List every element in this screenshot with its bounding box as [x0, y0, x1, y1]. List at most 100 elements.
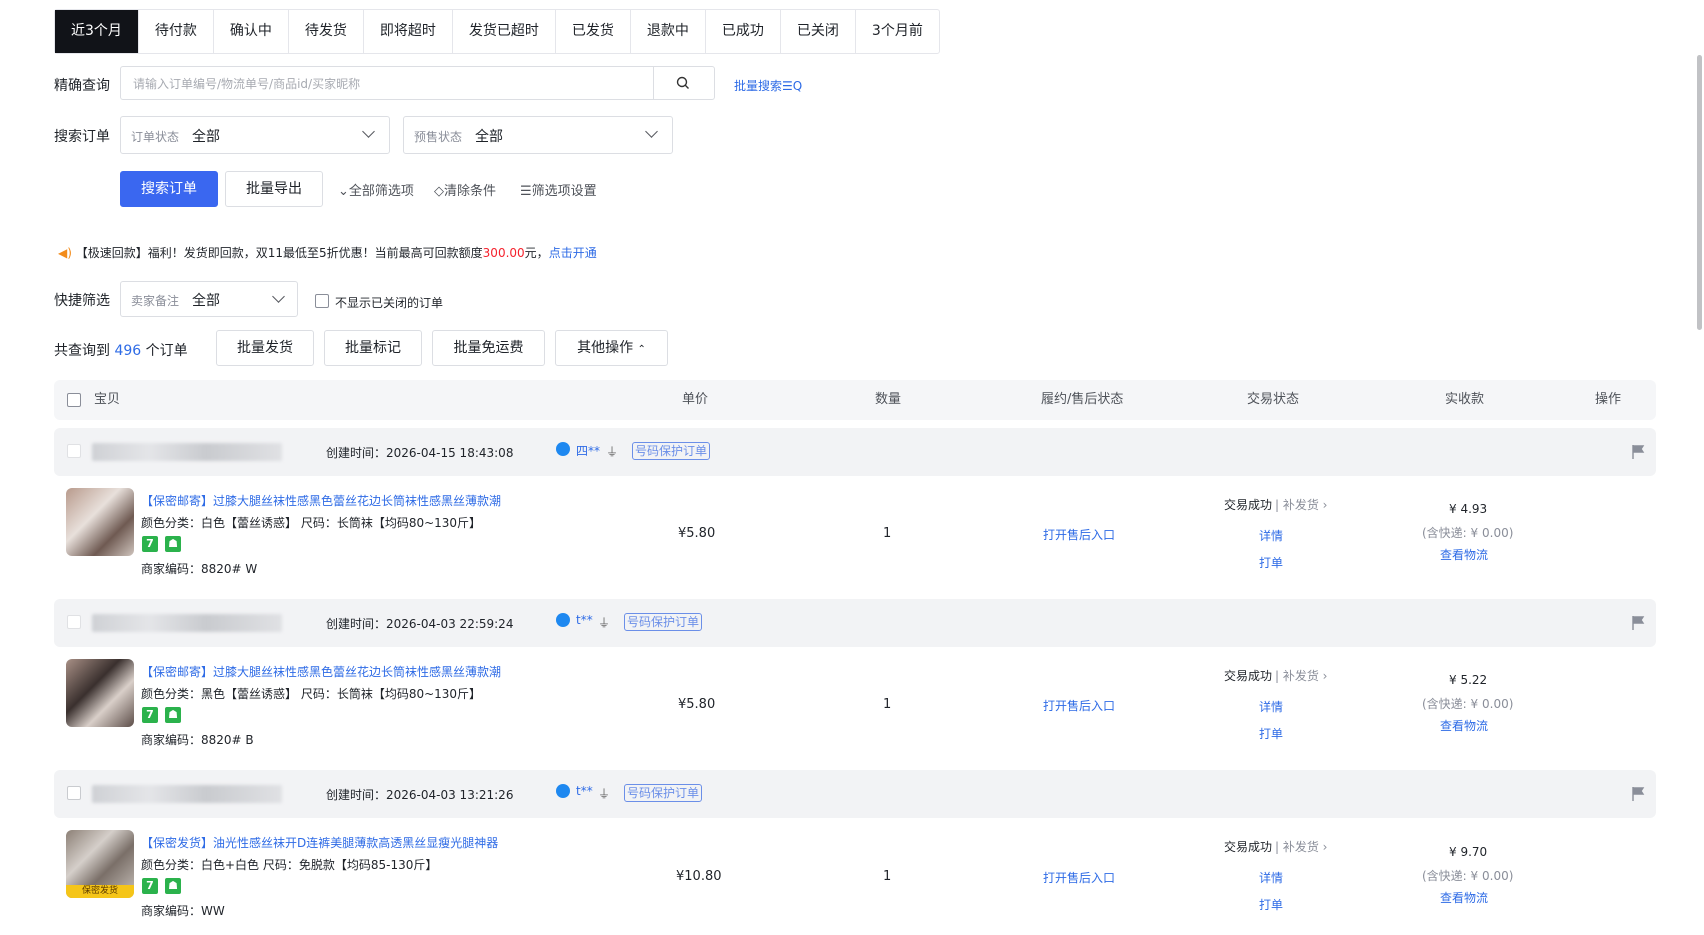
header-price: 单价	[682, 392, 709, 407]
summary-suffix: 个订单	[145, 343, 188, 359]
tab-older-than-3-months[interactable]: 3个月前	[856, 10, 939, 53]
order-detail-link[interactable]: 详情	[1259, 527, 1283, 544]
tab-shipped[interactable]: 已发货	[556, 10, 631, 53]
flag-icon[interactable]	[1631, 615, 1645, 631]
buyer-nick[interactable]: t**	[576, 784, 593, 798]
seller-note-select[interactable]: 卖家备注 全部	[120, 281, 298, 317]
tab-pending-payment[interactable]: 待付款	[139, 10, 214, 53]
print-order-link[interactable]: 打单	[1259, 554, 1283, 571]
filter-icon[interactable]: ⏚	[598, 614, 610, 631]
flag-icon[interactable]	[1631, 786, 1645, 802]
buyer-nick[interactable]: 四**	[576, 442, 600, 459]
print-order-link[interactable]: 打单	[1259, 725, 1283, 742]
order-checkbox[interactable]	[67, 615, 81, 629]
other-actions-button[interactable]: 其他操作 ⌃	[555, 330, 668, 366]
result-summary: 共查询到 496 个订单	[54, 340, 188, 360]
supplement-shipment-link[interactable]: | 补发货 ›	[1275, 667, 1327, 684]
batch-search-link[interactable]: 批量搜索☰Q	[734, 77, 802, 94]
all-filters-toggle[interactable]: ⌄全部筛选项	[338, 180, 414, 199]
order-created-time: 创建时间：2026-04-15 18:43:08	[326, 446, 514, 460]
filter-settings-button[interactable]: ☰筛选项设置	[520, 180, 597, 199]
tab-ship-overdue[interactable]: 发货已超时	[453, 10, 556, 53]
batch-mark-button[interactable]: 批量标记	[324, 330, 422, 366]
product-thumbnail[interactable]: 保密发货	[66, 830, 134, 898]
select-all-checkbox[interactable]	[67, 393, 81, 407]
order-status-select[interactable]: 订单状态 全部	[120, 116, 390, 154]
order-detail-link[interactable]: 详情	[1259, 698, 1283, 715]
all-filters-label: 全部筛选项	[348, 184, 414, 199]
tab-to-ship[interactable]: 待发货	[289, 10, 364, 53]
view-logistics-link[interactable]: 查看物流	[1440, 546, 1488, 563]
seller-note-value: 全部	[192, 293, 220, 309]
view-logistics-link[interactable]: 查看物流	[1440, 889, 1488, 906]
presale-status-select[interactable]: 预售状态 全部	[403, 116, 673, 154]
after-sale-entry-link[interactable]: 打开售后入口	[1043, 869, 1115, 886]
wangwang-chat-icon[interactable]	[556, 784, 570, 798]
search-orders-button[interactable]: 搜索订单	[120, 171, 218, 207]
header-ops: 操作	[1595, 392, 1622, 407]
view-logistics-link[interactable]: 查看物流	[1440, 717, 1488, 734]
quantity: 1	[883, 526, 892, 541]
shield-badge-icon: ☗	[165, 707, 181, 723]
result-count: 496	[114, 343, 142, 359]
order-detail-link[interactable]: 详情	[1259, 869, 1283, 886]
batch-free-shipping-button[interactable]: 批量免运费	[432, 330, 545, 366]
product-title-link[interactable]: 【保密邮寄】过膝大腿丝袜性感黑色蕾丝花边长筒袜性感黑丝薄款潮	[141, 492, 501, 509]
tab-closed[interactable]: 已关闭	[781, 10, 856, 53]
promo-notice: ◀) 【极速回款】福利！发货即回款，双11最低至5折优惠！当前最高可回款额度30…	[58, 244, 597, 261]
postage-note: (含快递: ¥ 0.00)	[1422, 869, 1514, 883]
order-checkbox[interactable]	[67, 444, 81, 458]
after-sale-entry-link[interactable]: 打开售后入口	[1043, 697, 1115, 714]
order-checkbox[interactable]	[67, 786, 81, 800]
received-amount: ¥ 9.70	[1449, 845, 1488, 859]
summary-prefix: 共查询到	[54, 343, 110, 359]
wangwang-chat-icon[interactable]	[556, 613, 570, 627]
buyer-nick[interactable]: t**	[576, 613, 593, 627]
batch-export-button[interactable]: 批量导出	[225, 171, 323, 207]
activate-link[interactable]: 点击开通	[549, 246, 597, 260]
chevron-down-icon	[272, 290, 285, 303]
supplement-shipment-link[interactable]: | 补发货 ›	[1275, 496, 1327, 513]
product-thumbnail[interactable]	[66, 659, 134, 727]
print-order-link[interactable]: 打单	[1259, 896, 1283, 913]
product-thumbnail[interactable]	[66, 488, 134, 556]
hide-closed-checkbox[interactable]	[315, 294, 329, 308]
precise-search-label: 精确查询	[54, 78, 110, 94]
flag-icon[interactable]	[1631, 444, 1645, 460]
presale-status-label: 预售状态	[414, 130, 463, 144]
chevron-down-icon	[362, 125, 375, 138]
tab-succeeded[interactable]: 已成功	[706, 10, 781, 53]
supplement-shipment-link[interactable]: | 补发货 ›	[1275, 838, 1327, 855]
tab-recent-3-months[interactable]: 近3个月	[55, 10, 139, 53]
notice-suffix: 元，	[524, 246, 549, 260]
clear-conditions-label: 清除条件	[444, 184, 497, 199]
trade-status: 交易成功	[1224, 840, 1273, 854]
order-number-redacted	[92, 785, 282, 803]
clear-conditions-button[interactable]: ◇清除条件	[434, 180, 496, 199]
product-spec: 颜色分类：白色+白色 尺码：免脱款【均码85-130斤】	[141, 858, 438, 872]
notice-amount: 300.00	[482, 246, 525, 260]
product-title-link[interactable]: 【保密邮寄】过膝大腿丝袜性感黑色蕾丝花边长筒袜性感黑丝薄款潮	[141, 663, 501, 680]
precise-search-input[interactable]: 请输入订单编号/物流单号/商品id/买家昵称	[120, 66, 715, 100]
tab-about-to-timeout[interactable]: 即将超时	[364, 10, 453, 53]
protected-order-tag: 号码保护订单	[624, 613, 703, 631]
received-amount: ¥ 4.93	[1449, 502, 1488, 516]
postage-note: (含快递: ¥ 0.00)	[1422, 697, 1514, 711]
protected-order-tag: 号码保护订单	[624, 784, 703, 802]
search-icon[interactable]	[676, 76, 690, 90]
seven-day-return-badge: 7	[142, 536, 158, 552]
filter-icon[interactable]: ⏚	[606, 443, 618, 460]
divider	[653, 67, 654, 99]
trade-status: 交易成功	[1224, 498, 1273, 512]
page-scrollbar-thumb[interactable]	[1697, 55, 1702, 330]
product-title-link[interactable]: 【保密发货】油光性感丝袜开D连裤美腿薄款高透黑丝显瘦光腿神器	[141, 834, 498, 851]
batch-ship-button[interactable]: 批量发货	[216, 330, 314, 366]
wangwang-chat-icon[interactable]	[556, 442, 570, 456]
protected-order-tag: 号码保护订单	[632, 442, 711, 460]
tab-confirming[interactable]: 确认中	[214, 10, 289, 53]
tab-refunding[interactable]: 退款中	[631, 10, 706, 53]
notice-text: 【极速回款】福利！发货即回款，双11最低至5折优惠！当前最高可回款额度	[75, 246, 483, 260]
hide-closed-label: 不显示已关闭的订单	[335, 296, 444, 310]
filter-icon[interactable]: ⏚	[598, 785, 610, 802]
after-sale-entry-link[interactable]: 打开售后入口	[1043, 526, 1115, 543]
